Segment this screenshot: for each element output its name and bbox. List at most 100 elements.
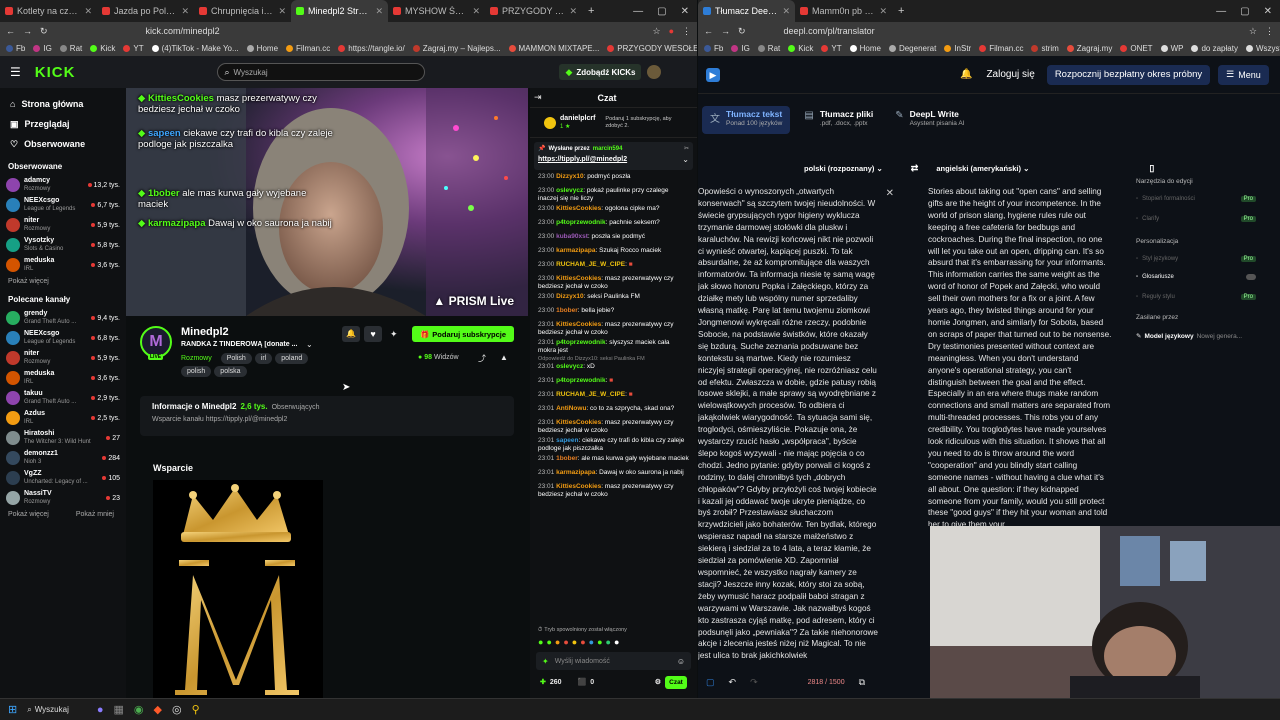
chat-username[interactable]: AntiNowu xyxy=(556,405,586,412)
bookmark-item[interactable]: Filman.cc xyxy=(979,44,1023,53)
chat-username[interactable]: Dizzyx10 xyxy=(556,293,583,300)
clear-source-icon[interactable]: ✕ xyxy=(886,188,894,199)
extensions-icon[interactable]: ● xyxy=(669,26,674,36)
category-tag[interactable]: Rozmowy xyxy=(181,353,218,364)
browser-tab[interactable]: Jazda po Polsku - wypadki✕ xyxy=(97,0,194,22)
bookmark-item[interactable]: YT xyxy=(821,44,842,53)
stream-tag[interactable]: polska xyxy=(214,366,247,377)
emoji-icon[interactable]: ☺ xyxy=(677,657,685,666)
chat-username[interactable]: p4toprzewodnik xyxy=(556,377,605,384)
chat-username[interactable]: KittiesCookies xyxy=(556,483,601,490)
chat-username[interactable]: sapeen xyxy=(556,437,578,444)
bookmark-item[interactable]: (4)TikTok - Make Yo... xyxy=(151,44,239,53)
search-box[interactable]: ⌕ Wyszukaj xyxy=(217,63,426,81)
chat-message[interactable]: 23:01 1bober: ale mas kurwa gały wyjeban… xyxy=(530,454,697,468)
sidebar-nav-item[interactable]: ♡ Obserwowane xyxy=(6,134,120,154)
bookmark-item[interactable]: Home xyxy=(246,44,278,53)
chat-message[interactable]: 23:01 RUCHAM_JE_W_CIPE: ■ xyxy=(530,390,697,404)
bookmark-item[interactable]: PRZYGODY WESOŁE... xyxy=(607,44,697,53)
tab-close-icon[interactable]: ✕ xyxy=(84,6,92,17)
deepl-mode-tab[interactable]: ✎ DeepL Write Asystent pisania AI xyxy=(887,106,972,134)
emote-icon[interactable]: ● xyxy=(538,637,543,647)
bookmark-item[interactable]: IG xyxy=(731,44,750,53)
user-avatar[interactable] xyxy=(647,65,662,79)
toggle-switch[interactable] xyxy=(1246,274,1256,280)
menu-button[interactable]: ☰ Menu xyxy=(1218,64,1269,85)
bookmark-item[interactable]: Rat xyxy=(757,44,780,53)
notifications-icon[interactable]: 🔔 xyxy=(960,69,972,80)
side-panel-item[interactable]: ▫ Stopień formalności Pro xyxy=(1136,196,1256,202)
chat-message[interactable]: 23:00 kuba90xst: poszła sie podmyć xyxy=(530,232,697,246)
chat-username[interactable]: KittiesCookies xyxy=(556,321,601,328)
bookmark-item[interactable]: YT xyxy=(123,44,144,53)
sidebar-toggle-icon[interactable]: ▯ xyxy=(1149,163,1154,174)
undo-icon[interactable]: ↶ xyxy=(729,677,737,688)
sidebar-channel[interactable]: meduska IRL 3,6 tys. xyxy=(6,368,120,388)
reload-icon[interactable]: ↻ xyxy=(40,26,48,37)
bookmark-item[interactable]: MAMMON MIXTAPE... xyxy=(508,44,599,53)
reload-icon[interactable]: ↻ xyxy=(738,26,746,37)
chat-message[interactable]: 23:01 oslevycz: xD xyxy=(530,362,697,376)
bookmark-item[interactable]: strim xyxy=(1031,44,1059,53)
side-panel-item[interactable]: ▫ Styl językowy Pro xyxy=(1136,256,1256,262)
start-icon[interactable]: ⊞ xyxy=(8,703,17,716)
target-language-select[interactable]: angielski (amerykański) ⌄ xyxy=(936,164,1029,173)
chat-message[interactable]: 23:00 KittiesCookies: masz prezerwatywy … xyxy=(530,274,697,292)
chat-username[interactable]: karmazipapa xyxy=(556,247,595,254)
maximize-icon[interactable]: ▢ xyxy=(1240,6,1249,17)
sidebar-channel[interactable]: NEEXcsgo League of Legends 6,7 tys. xyxy=(6,195,120,215)
file-explorer-icon[interactable]: ▦ xyxy=(114,703,124,716)
stream-tag[interactable]: irl xyxy=(254,353,273,364)
chat-message[interactable]: 23:00 karmazipapa: Szukaj Rocco maciek xyxy=(530,246,697,260)
bookmark-item[interactable]: Fb xyxy=(6,44,25,53)
side-panel-item[interactable]: ▫ Reguły stylu Pro xyxy=(1136,294,1256,300)
kick-logo[interactable]: KICK xyxy=(35,64,76,81)
support-panel-image[interactable] xyxy=(153,480,323,698)
chat-message[interactable]: 23:01 p4toprzewodnik: slyszysz maciek ca… xyxy=(530,338,697,356)
bookmark-item[interactable]: InStr xyxy=(944,44,971,53)
follow-button[interactable]: ♥ xyxy=(364,326,382,342)
chat-message[interactable]: 23:01 KittiesCookies: masz prezerwatywy … xyxy=(530,320,697,338)
get-kicks-button[interactable]: ◆ Zdobądź KICKs xyxy=(559,64,642,80)
recommended-show-more[interactable]: Pokaż więcej xyxy=(8,511,49,518)
new-tab-icon[interactable]: + xyxy=(582,5,600,17)
emote-icon[interactable]: ● xyxy=(597,637,602,647)
chat-username[interactable]: oslevycz xyxy=(556,363,583,370)
menu-dots-icon[interactable]: ⋮ xyxy=(1265,26,1274,37)
chrome-icon[interactable]: ◉ xyxy=(134,703,144,716)
bookmark-item[interactable]: ONET xyxy=(1120,44,1153,53)
deepl-logo-icon[interactable]: ▶ xyxy=(706,67,720,82)
tab-close-icon[interactable]: ✕ xyxy=(879,6,887,17)
sidebar-channel[interactable]: grendy Grand Theft Auto ... 9,4 tys. xyxy=(6,308,120,328)
login-link[interactable]: Zaloguj się xyxy=(986,69,1034,80)
share-icon[interactable]: ⤴ xyxy=(478,353,486,364)
chat-message[interactable]: 23:00 1bober: bella jebie? xyxy=(530,306,697,320)
bookmark-star-icon[interactable]: ☆ xyxy=(652,26,660,37)
tab-close-icon[interactable]: ✕ xyxy=(181,6,189,17)
source-textarea[interactable]: ✕ Opowieści o wynoszonych „otwartych kon… xyxy=(698,186,898,668)
side-panel-item[interactable]: ▫ Clarify Pro xyxy=(1136,216,1256,222)
sidebar-channel[interactable]: adamcy Rozmowy 13,2 tys. xyxy=(6,175,120,195)
menu-dots-icon[interactable]: ⋮ xyxy=(682,26,691,37)
forward-icon[interactable]: → xyxy=(721,26,730,36)
emote-icon[interactable]: ● xyxy=(563,637,568,647)
chat-username[interactable]: p4toprzewodnik xyxy=(556,339,605,346)
browser-tab[interactable]: Minedpl2 Stream - Wa ✕ xyxy=(291,0,388,22)
source-language-select[interactable]: polski (rozpoznany) ⌄ xyxy=(804,164,883,173)
chat-message[interactable]: 23:01 p4toprzewodnik: ■ xyxy=(530,376,697,390)
browser-tab[interactable]: MYSHOW Święta bez śnieg✕ xyxy=(388,0,485,22)
pinned-link[interactable]: https://tipply.pl/@minedpl2 xyxy=(538,156,627,163)
back-icon[interactable]: ← xyxy=(6,26,15,36)
app-icon[interactable]: ● xyxy=(97,704,104,716)
bookmark-item[interactable]: Filman.cc xyxy=(286,44,330,53)
sidebar-channel[interactable]: Hiratoshi The Witcher 3: Wild Hunt 27 xyxy=(6,428,120,448)
sidebar-nav-item[interactable]: ▣ Przeglądaj xyxy=(6,114,120,134)
bookmark-item[interactable]: https://tangle.io/ xyxy=(338,44,405,53)
tab-close-icon[interactable]: ✕ xyxy=(569,6,577,17)
target-textarea[interactable]: Stories about taking out "open cans" and… xyxy=(928,186,1112,526)
chat-username[interactable]: 1bober xyxy=(556,307,578,314)
channel-name[interactable]: Minedpl2 xyxy=(181,326,229,338)
sidebar-channel[interactable]: niter Rozmowy 5,9 tys. xyxy=(6,348,120,368)
sidebar-channel[interactable]: VgZZ Uncharted: Legacy of ... 105 xyxy=(6,468,120,488)
chat-message[interactable]: 23:00 RUCHAM_JE_W_CIPE: ■ xyxy=(530,260,697,274)
